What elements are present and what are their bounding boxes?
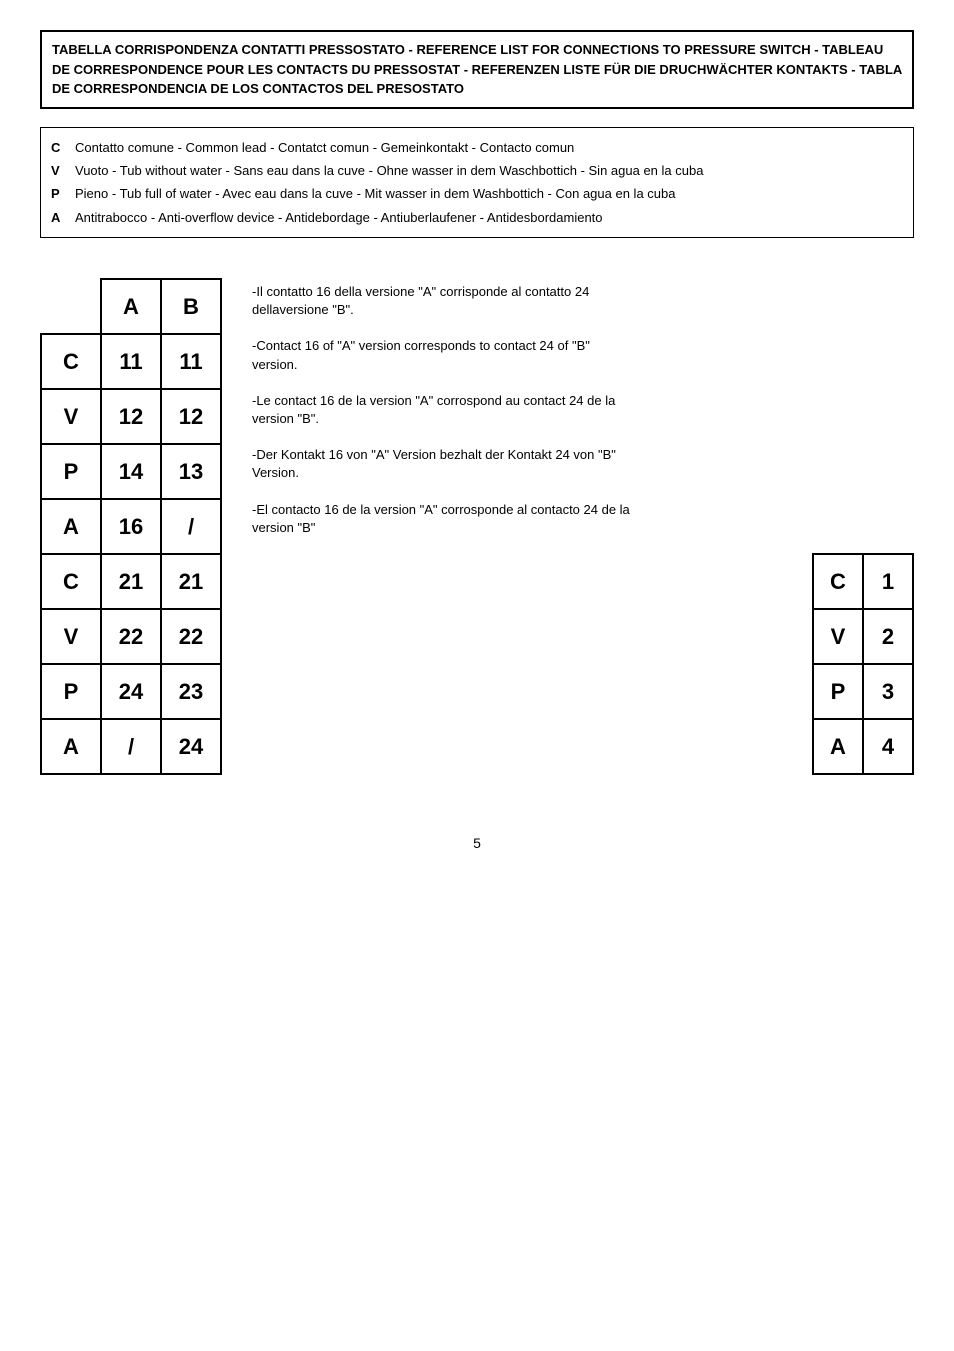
table-row-label: V [41, 389, 101, 444]
table-cell-a: 11 [101, 334, 161, 389]
right-table-value: 1 [863, 554, 913, 609]
right-table-wrap: C1V2P3A4 [812, 553, 914, 775]
main-content: ABC1111V1212P1413A16/C2121V2222P2423A/24… [40, 278, 914, 775]
table-cell-a: 21 [101, 554, 161, 609]
left-section: ABC1111V1212P1413A16/C2121V2222P2423A/24… [40, 278, 632, 775]
right-table-row: A4 [813, 719, 913, 774]
legend-item: VVuoto - Tub without water - Sans eau da… [51, 159, 903, 182]
table-cell-a: 14 [101, 444, 161, 499]
legend-key: C [51, 136, 71, 159]
note-item: -Der Kontakt 16 von "A" Version bezhalt … [252, 446, 632, 482]
table-header-cell: B [161, 279, 221, 334]
table-cell-b: 12 [161, 389, 221, 444]
table-cell-a: 24 [101, 664, 161, 719]
table-header-cell: A [101, 279, 161, 334]
table-cell-a: / [101, 719, 161, 774]
table-row: C1111 [41, 334, 221, 389]
right-table-row: V2 [813, 609, 913, 664]
legend-box: CContatto comune - Common lead - Contatc… [40, 127, 914, 239]
right-table-label: V [813, 609, 863, 664]
right-table-row: C1 [813, 554, 913, 609]
table-row-label: C [41, 334, 101, 389]
table-cell-b: 23 [161, 664, 221, 719]
table-row-label: P [41, 444, 101, 499]
table-row-label: C [41, 554, 101, 609]
table-header-empty [41, 279, 101, 334]
table-cell-a: 12 [101, 389, 161, 444]
main-table: ABC1111V1212P1413A16/C2121V2222P2423A/24 [40, 278, 222, 775]
legend-key: P [51, 182, 71, 205]
table-row-label: V [41, 609, 101, 664]
right-table-value: 2 [863, 609, 913, 664]
right-table-label: C [813, 554, 863, 609]
table-row: C2121 [41, 554, 221, 609]
right-table: C1V2P3A4 [812, 553, 914, 775]
legend-item: AAntitrabocco - Anti-overflow device - A… [51, 206, 903, 229]
note-item: -Il contatto 16 della versione "A" corri… [252, 283, 632, 319]
table-row-label: A [41, 499, 101, 554]
notes-section: -Il contatto 16 della versione "A" corri… [252, 278, 632, 555]
table-row: P2423 [41, 664, 221, 719]
table-cell-b: 21 [161, 554, 221, 609]
table-cell-a: 16 [101, 499, 161, 554]
legend-text: Vuoto - Tub without water - Sans eau dan… [75, 159, 903, 182]
legend-text: Antitrabocco - Anti-overflow device - An… [75, 206, 903, 229]
table-row: A16/ [41, 499, 221, 554]
right-table-label: P [813, 664, 863, 719]
table-cell-b: / [161, 499, 221, 554]
table-row: V1212 [41, 389, 221, 444]
note-item: -Le contact 16 de la version "A" corrosp… [252, 392, 632, 428]
right-table-value: 3 [863, 664, 913, 719]
table-cell-b: 24 [161, 719, 221, 774]
table-cell-b: 11 [161, 334, 221, 389]
table-cell-b: 13 [161, 444, 221, 499]
right-table-row: P3 [813, 664, 913, 719]
table-row: A/24 [41, 719, 221, 774]
legend-item: PPieno - Tub full of water - Avec eau da… [51, 182, 903, 205]
legend-item: CContatto comune - Common lead - Contatc… [51, 136, 903, 159]
note-item: -El contacto 16 de la version "A" corros… [252, 501, 632, 537]
table-row: P1413 [41, 444, 221, 499]
legend-key: V [51, 159, 71, 182]
table-row-label: P [41, 664, 101, 719]
page-number: 5 [40, 835, 914, 851]
title-box: TABELLA CORRISPONDENZA CONTATTI PRESSOST… [40, 30, 914, 109]
table-row: V2222 [41, 609, 221, 664]
table-cell-b: 22 [161, 609, 221, 664]
right-table-label: A [813, 719, 863, 774]
legend-key: A [51, 206, 71, 229]
legend-text: Pieno - Tub full of water - Avec eau dan… [75, 182, 903, 205]
note-item: -Contact 16 of "A" version corresponds t… [252, 337, 632, 373]
table-row-label: A [41, 719, 101, 774]
right-table-value: 4 [863, 719, 913, 774]
title-text: TABELLA CORRISPONDENZA CONTATTI PRESSOST… [52, 42, 902, 96]
legend-text: Contatto comune - Common lead - Contatct… [75, 136, 903, 159]
table-cell-a: 22 [101, 609, 161, 664]
